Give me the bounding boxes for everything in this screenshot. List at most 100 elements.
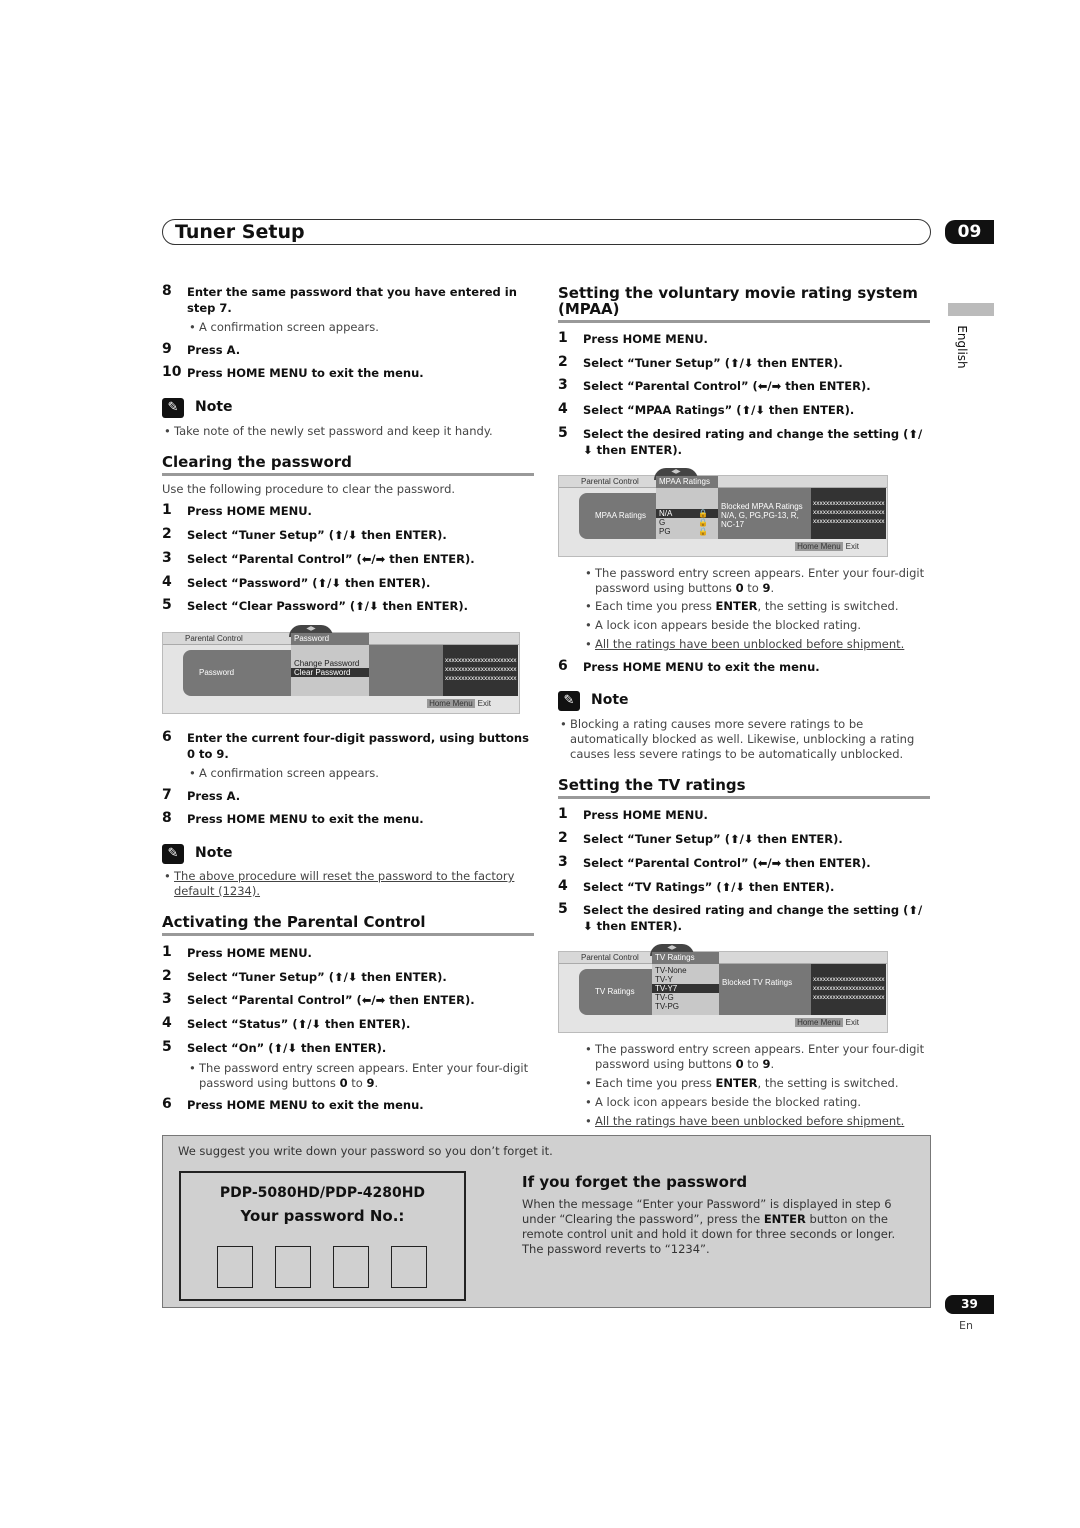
info-panel: xxxxxxxxxxxxxxxxxxxxxx xxxxxxxxxxxxxxxxxx… [443,645,518,696]
step: 2 Select “Tuner Setup” (⬆/⬇ then ENTER). [162,526,534,544]
menu-screen: Parental Control ◀▶ MPAA Ratings MPAA Ra… [558,468,888,557]
blocked-panel: Blocked TV Ratings [719,964,811,1015]
step-number: 3 [162,550,172,566]
bullet: Take note of the newly set password and … [162,424,522,439]
digit-box [391,1246,427,1288]
current-tab: Password [291,633,369,645]
step-text: Press HOME MENU to exit the menu. [187,1098,424,1112]
step-number: 4 [558,401,568,417]
step-text: Press HOME MENU. [583,332,708,346]
menu-option: PG 🔒 [659,527,708,536]
step-text: Enter the same password that you have en… [187,285,517,315]
step: 8 Press HOME MENU to exit the menu. [162,810,534,828]
step-number: 2 [162,968,172,984]
step-text: Select “Tuner Setup” (⬆/⬇ then ENTER). [187,970,447,984]
step-number: 1 [558,806,568,822]
bullet: All the ratings have been unblocked befo… [583,1114,928,1129]
blocked-panel [369,645,443,696]
left-panel-label: MPAA Ratings [579,493,656,539]
step: 6 Press HOME MENU to exit the menu. [162,1096,534,1114]
menu-option: TV-Y7 [652,984,719,993]
step-text: Press HOME MENU. [583,808,708,822]
step-number: 4 [558,878,568,894]
bullet: The password entry screen appears. Enter… [187,1061,532,1091]
menu-option: TV-None [655,966,687,975]
step-text: Select “Parental Control” (⬅/➡ then ENTE… [187,552,475,566]
step-text: Select “Tuner Setup” (⬆/⬇ then ENTER). [583,356,843,370]
section-title: Tuner Setup [175,221,305,243]
lock-icon: 🔒 [698,518,708,527]
bullet: Blocking a rating causes more severe rat… [558,717,918,762]
step: 5 Select “On” (⬆/⬇ then ENTER). [162,1039,534,1057]
bullet: The password entry screen appears. Enter… [583,1042,928,1072]
step-text: Press HOME MENU. [187,504,312,518]
language-tab [948,303,994,316]
step-text: Select “Status” (⬆/⬇ then ENTER). [187,1017,411,1031]
info-panel: xxxxxxxxxxxxxxxxxxxxxx xxxxxxxxxxxxxxxxxx… [811,488,886,539]
step-number: 3 [558,377,568,393]
menu-option: TV-PG [655,1002,680,1011]
step: 1 Press HOME MENU. [162,944,534,962]
step-number: 2 [162,526,172,542]
step: 2 Select “Tuner Setup” (⬆/⬇ then ENTER). [558,830,930,848]
step: 8 Enter the same password that you have e… [162,283,534,316]
step-text: Select the desired rating and change the… [583,903,923,933]
parental-control-tab: Parental Control [581,477,639,486]
step-number: 5 [162,597,172,613]
step-text: Press A. [187,343,241,357]
step-number: 4 [162,1015,172,1031]
step-text: Press HOME MENU to exit the menu. [187,366,424,380]
step-number: 7 [162,787,172,803]
menu-option: Change Password [294,659,360,668]
bullet: Each time you press ENTER, the setting i… [583,599,928,614]
model-name: PDP-5080HD/PDP-4280HD [219,1185,426,1201]
step-text: Select “Clear Password” (⬆/⬇ then ENTER)… [187,599,468,613]
step: 4 Select “Password” (⬆/⬇ then ENTER). [162,574,534,592]
step-number: 6 [162,1096,172,1112]
step: 3 Select “Parental Control” (⬅/➡ then ENT… [162,991,534,1009]
step-number: 1 [558,330,568,346]
section-heading: Activating the Parental Control [162,914,534,936]
menu-option: G 🔒 [659,518,708,527]
step-number: 2 [558,354,568,370]
digit-box [217,1246,253,1288]
memo-suggestion: We suggest you write down your password … [178,1144,553,1158]
step-number: 8 [162,283,172,299]
step-text: Select “Tuner Setup” (⬆/⬇ then ENTER). [583,832,843,846]
step: 9 Press A. [162,341,534,359]
bullet: The above procedure will reset the passw… [162,869,522,899]
step: 5 Select the desired rating and change th… [558,425,930,458]
menu-option: TV-G [655,993,674,1002]
step-number: 4 [162,574,172,590]
step-text: Select “TV Ratings” (⬆/⬇ then ENTER). [583,880,835,894]
step: 4 Select “MPAA Ratings” (⬆/⬇ then ENTER). [558,401,930,419]
step: 2 Select “Tuner Setup” (⬆/⬇ then ENTER). [162,968,534,986]
forget-text: When the message “Enter your Password” i… [522,1197,896,1256]
parental-control-tab: Parental Control [581,953,639,962]
step-text: Select “Parental Control” (⬅/➡ then ENTE… [187,993,475,1007]
chapter-badge: 09 [945,220,994,244]
step-number: 5 [558,425,568,441]
step-number: 2 [558,830,568,846]
step-text: Select “MPAA Ratings” (⬆/⬇ then ENTER). [583,403,855,417]
step-text: Select the desired rating and change the… [583,427,923,457]
step-number: 6 [162,729,172,745]
step-number: 5 [558,901,568,917]
current-tab: TV Ratings [652,952,719,964]
step-text: Select “Parental Control” (⬅/➡ then ENTE… [583,856,871,870]
bullet: A lock icon appears beside the blocked r… [583,1095,928,1110]
step: 3 Select “Parental Control” (⬅/➡ then ENT… [558,854,930,872]
step-number: 1 [162,502,172,518]
left-panel-label: Password [183,650,291,696]
digit-box [275,1246,311,1288]
menu-option: N/A 🔒 [656,509,718,518]
password-card: PDP-5080HD/PDP-4280HD Your password No.: [179,1171,466,1301]
footer-hint: Home Menu Exit [427,699,491,708]
bullet: The password entry screen appears. Enter… [583,566,928,596]
pencil-icon: ✎ [162,398,184,418]
menu-screen: Parental Control ◀▶ TV Ratings TV Rating… [558,944,888,1033]
menu-option: Clear Password [291,668,369,677]
step-number: 10 [162,364,182,380]
step-text: Press HOME MENU. [187,946,312,960]
section-heading: Setting the voluntary movie rating syste… [558,285,930,323]
